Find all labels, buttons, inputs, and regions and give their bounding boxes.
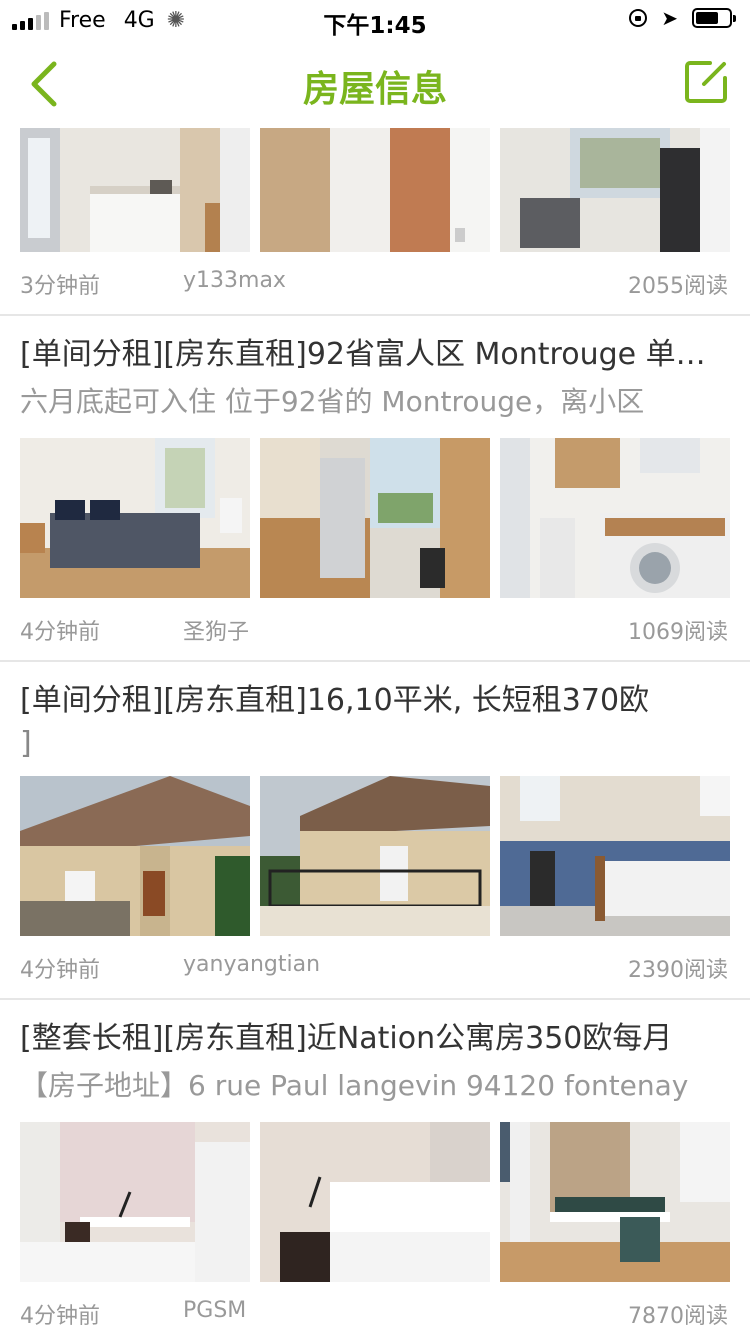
listing-photo[interactable] — [500, 128, 730, 252]
read-count: 7870阅读 — [628, 1304, 728, 1329]
location-arrow-icon: ➤ — [661, 6, 678, 30]
battery-icon — [692, 8, 736, 28]
listing-photo[interactable] — [20, 128, 250, 252]
page-title: 房屋信息 — [302, 69, 447, 110]
nav-bar: 房屋信息 — [0, 40, 750, 128]
listing-title[interactable]: [整套长租][房东直租]近Nation公寓房350欧每月 — [0, 1016, 750, 1062]
listing-item[interactable]: [单间分租][房东直租]92省富人区 Montrouge 单间出租 六月底起可入… — [0, 316, 750, 660]
listing-item[interactable]: [整套长租][房东直租]近Nation公寓房350欧每月 【房子地址】6 rue… — [0, 1000, 750, 1334]
listing-photo[interactable] — [260, 1122, 490, 1282]
listing-title[interactable]: [单间分租][房东直租]16,10平米, 长短租370欧 — [0, 678, 750, 724]
post-author[interactable]: 圣狗子 — [183, 614, 249, 646]
edit-icon — [685, 61, 727, 103]
listing-title-continuation: ] — [20, 726, 32, 761]
status-bar: Free 4G ✺ 下午1:45 ➤ — [0, 0, 750, 40]
listing-photo[interactable] — [260, 438, 490, 598]
photo-row — [0, 1122, 750, 1282]
listing-meta: 4分钟前 圣狗子 1069阅读 — [0, 598, 750, 660]
photo-row — [0, 438, 750, 598]
photo-row — [0, 128, 750, 252]
listing-photo[interactable] — [500, 438, 730, 598]
post-author[interactable]: y133max — [183, 268, 286, 293]
read-count: 1069阅读 — [628, 620, 728, 645]
post-time: 3分钟前 — [20, 274, 100, 299]
post-author[interactable]: PGSM — [183, 1298, 246, 1323]
post-time: 4分钟前 — [20, 958, 100, 983]
compose-button[interactable] — [684, 60, 728, 104]
listing-meta: 4分钟前 PGSM 7870阅读 — [0, 1282, 750, 1334]
listing-photo[interactable] — [20, 438, 250, 598]
photo-row — [0, 776, 750, 936]
listing-photo[interactable] — [260, 776, 490, 936]
listing-photo[interactable] — [260, 128, 490, 252]
read-count: 2390阅读 — [628, 958, 728, 983]
listing-photo[interactable] — [500, 776, 730, 936]
listing-meta: 4分钟前 yanyangtian 2390阅读 — [0, 936, 750, 998]
listing-title[interactable]: [单间分租][房东直租]92省富人区 Montrouge 单间出租 — [0, 332, 750, 378]
post-author[interactable]: yanyangtian — [183, 952, 320, 977]
post-time: 4分钟前 — [20, 1304, 100, 1329]
listing-photo[interactable] — [20, 776, 250, 936]
read-count: 2055阅读 — [628, 274, 728, 299]
listing-feed[interactable]: 3分钟前 y133max 2055阅读 [单间分租][房东直租]92省富人区 M… — [0, 128, 750, 1334]
listing-meta: 3分钟前 y133max 2055阅读 — [0, 252, 750, 314]
listing-photo[interactable] — [500, 1122, 730, 1282]
status-right: ➤ — [629, 6, 736, 30]
post-time: 4分钟前 — [20, 620, 100, 645]
listing-description: 【房子地址】6 rue Paul langevin 94120 fontenay — [20, 1069, 689, 1102]
rotation-lock-icon — [629, 9, 648, 27]
listing-photo[interactable] — [20, 1122, 250, 1282]
listing-item[interactable]: [单间分租][房东直租]16,10平米, 长短租370欧 ] 4分钟前 yany… — [0, 662, 750, 998]
listing-description: 六月底起可入住 位于92省的 Montrouge，离小区 — [20, 385, 645, 418]
